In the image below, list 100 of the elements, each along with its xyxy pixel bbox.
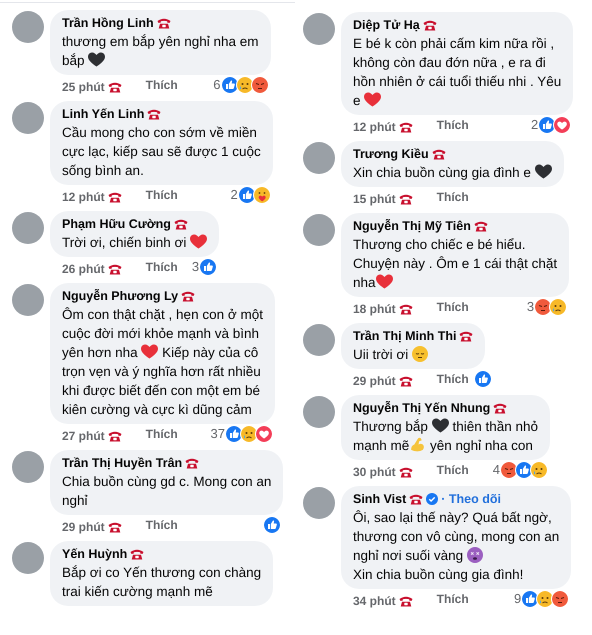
comment-text: Thương cho chiếc e bé hiểu. <box>353 237 526 252</box>
comment-text: thương con vô cùng, mong con an <box>353 529 560 544</box>
comment-text: sống bình an. <box>62 163 144 178</box>
author-name[interactable]: Nguyễn Thị Yến Nhung <box>353 400 490 416</box>
telephone-icon <box>108 430 122 442</box>
author-name[interactable]: Trương Kiều <box>353 146 429 162</box>
avatar[interactable] <box>12 212 44 244</box>
author-name[interactable]: Phạm Hữu Cường <box>62 216 171 232</box>
like-reaction-icon <box>220 76 239 94</box>
reaction-count: 6 <box>213 76 221 94</box>
timestamp-link[interactable]: 27 phút <box>62 427 105 445</box>
author-name[interactable]: Sinh Vist <box>353 491 406 507</box>
like-button[interactable]: Thích <box>436 298 469 316</box>
like-button[interactable]: Thích <box>146 76 178 94</box>
reaction-count: 3 <box>526 298 534 316</box>
telephone-icon <box>398 595 413 607</box>
sad-face-icon <box>536 590 554 608</box>
telephone-icon <box>108 191 122 203</box>
telephone-icon <box>398 193 413 205</box>
comment-text: Chuyện này . Ôm e 1 cái thật chặt <box>353 256 558 271</box>
author-name[interactable]: Trần Thị Huyền Trân <box>62 455 182 471</box>
author-name[interactable]: Nguyễn Phương Ly <box>62 288 178 304</box>
avatar[interactable] <box>12 542 44 574</box>
follow-link[interactable]: · Theo dõi <box>441 491 501 507</box>
author-name[interactable]: Yến Huỳnh <box>62 546 128 562</box>
avatar[interactable] <box>303 487 335 519</box>
comment-text: yên nghỉ nha con <box>429 438 533 453</box>
like-button[interactable]: Thích <box>436 461 469 479</box>
like-reaction-icon <box>199 258 218 276</box>
timestamp-link[interactable]: 29 phút <box>353 372 396 390</box>
author-name[interactable]: Nguyễn Thị Mỹ Tiên <box>353 218 471 234</box>
comment-text: yên hơn nha <box>62 345 139 360</box>
avatar[interactable] <box>303 214 335 246</box>
timestamp-link[interactable]: 12 phút <box>62 188 105 206</box>
comment-text: Trời ơi, chiến binh ơi <box>62 235 188 250</box>
reaction-count: 9 <box>514 590 522 608</box>
comment-text: Ôm con thật chặt , hẹn con ở một <box>62 307 263 322</box>
like-button[interactable]: Thích <box>436 188 469 206</box>
avatar[interactable] <box>12 284 44 316</box>
like-reaction-icon <box>521 590 540 608</box>
comment-text: Thương bắp <box>353 419 429 434</box>
like-button[interactable]: Thích <box>436 370 469 388</box>
like-button[interactable]: Thích <box>146 425 178 443</box>
comment-text: Ôi, sao lại thế này? Quá bất ngờ, <box>353 510 552 525</box>
like-button[interactable]: Thích <box>146 186 178 204</box>
sad-face-icon <box>530 461 548 479</box>
like-reaction-icon <box>238 186 256 204</box>
timestamp-link[interactable]: 12 phút <box>353 118 396 136</box>
comment-text: Xin chia buồn cùng gia đình e <box>353 165 532 180</box>
avatar[interactable] <box>12 451 44 483</box>
timestamp-link[interactable]: 29 phút <box>62 518 105 536</box>
telephone-icon <box>398 375 413 387</box>
telephone-icon <box>185 457 200 469</box>
telephone-icon <box>493 402 508 414</box>
timestamp-link[interactable]: 15 phút <box>353 190 396 208</box>
reaction-count: 2 <box>531 116 538 134</box>
hugging-face-icon <box>252 186 271 204</box>
comment-text: Cầu mong cho con sớm về miền <box>62 125 257 140</box>
like-button[interactable]: Thích <box>146 516 178 534</box>
avatar[interactable] <box>303 396 335 428</box>
author-name[interactable]: Linh Yến Linh <box>62 106 144 122</box>
like-button[interactable]: Thích <box>146 258 178 276</box>
avatar[interactable] <box>303 324 335 356</box>
author-name[interactable]: Diệp Tử Hạ <box>353 17 420 33</box>
like-button[interactable]: Thích <box>436 590 469 608</box>
telephone-icon <box>398 466 413 478</box>
telephone-icon <box>108 81 122 93</box>
angry-face-icon <box>500 461 518 479</box>
angry-face-icon <box>551 590 570 608</box>
timestamp-link[interactable]: 34 phút <box>353 592 396 610</box>
timestamp-link[interactable]: 30 phút <box>353 463 396 481</box>
timestamp-link[interactable]: 26 phút <box>62 260 105 278</box>
reaction-count: 2 <box>230 186 238 204</box>
comment-text: E bé k còn phải cấm kim nữa rồi , <box>353 36 554 51</box>
comment-text: nghỉ <box>62 493 88 508</box>
comment-text: Xin chia buồn cùng gia đình! <box>353 567 524 582</box>
avatar[interactable] <box>12 11 44 43</box>
comment-text: cực lạc, kiếp sau sẽ được 1 cuộc <box>62 144 261 159</box>
telephone-icon <box>108 263 122 275</box>
comment-text: Chia buồn cùng gd c. Mong con an <box>62 474 272 489</box>
avatar[interactable] <box>12 102 44 134</box>
telephone-icon <box>147 108 162 120</box>
comment-text: nha <box>353 275 376 290</box>
author-name[interactable]: Trần Hồng Linh <box>62 15 154 31</box>
comment-text: thiên thần nhỏ <box>451 419 538 434</box>
comment-text: mạnh mẽ <box>353 438 410 453</box>
reaction-count: 37 <box>210 425 225 444</box>
sad-face-icon <box>240 425 258 443</box>
avatar[interactable] <box>303 142 335 174</box>
comment-text: trai kiến cường mạnh mẽ <box>62 584 213 599</box>
like-button[interactable]: Thích <box>436 116 469 134</box>
timestamp-link[interactable]: 25 phút <box>62 78 105 96</box>
timestamp-link[interactable]: 18 phút <box>353 300 396 318</box>
comment-text: cuộc đời mới khỏe mạnh và bình <box>62 326 260 341</box>
author-name[interactable]: Trần Thị Minh Thi <box>353 328 456 344</box>
like-reaction-icon <box>263 516 282 534</box>
comment-text: Kiếp này của cô <box>161 345 258 360</box>
telephone-icon <box>181 290 196 302</box>
flexed-arm-emoji-icon <box>409 436 426 453</box>
avatar[interactable] <box>303 13 335 45</box>
